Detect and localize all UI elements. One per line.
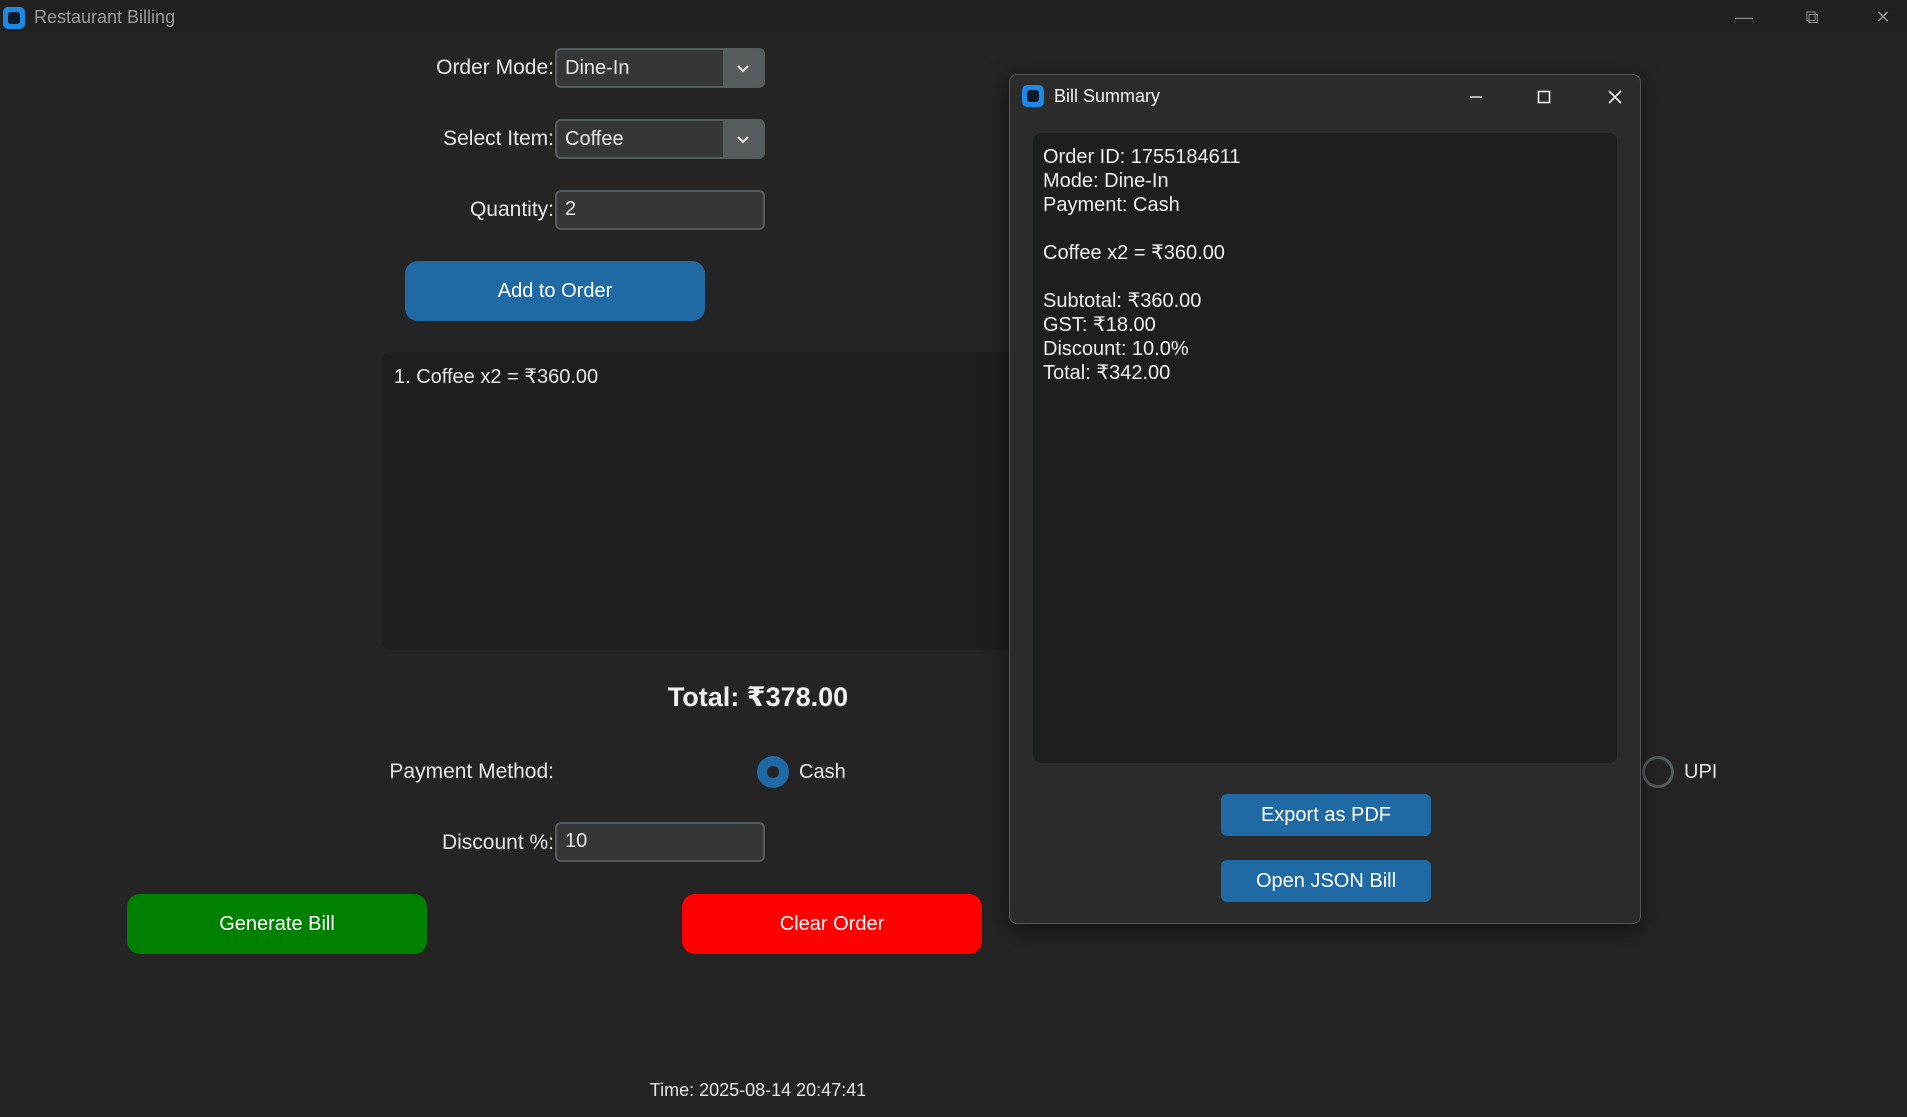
- chevron-down-icon[interactable]: [723, 121, 763, 157]
- order-mode-label: Order Mode:: [436, 56, 554, 79]
- export-pdf-button[interactable]: Export as PDF: [1221, 794, 1431, 836]
- cash-radio[interactable]: [757, 756, 789, 788]
- window-title: Restaurant Billing: [34, 7, 176, 27]
- clear-order-button[interactable]: Clear Order: [682, 894, 982, 954]
- discount-label: Discount %:: [441, 831, 554, 854]
- cash-radio-label[interactable]: Cash: [799, 761, 846, 784]
- total-line: Total: ₹342.00: [1043, 362, 1171, 384]
- discount-input[interactable]: 10: [555, 822, 765, 862]
- discount-line: Discount: 10.0%: [1043, 338, 1189, 360]
- upi-radio[interactable]: [1642, 756, 1674, 788]
- order-id-line: Order ID: 1755184611: [1043, 146, 1241, 168]
- quantity-input[interactable]: 2: [555, 190, 765, 230]
- add-to-order-button[interactable]: Add to Order: [405, 261, 705, 321]
- chevron-down-icon[interactable]: [723, 50, 763, 86]
- quantity-label: Quantity:: [469, 198, 554, 221]
- close-button[interactable]: ✕: [1860, 0, 1906, 34]
- generate-bill-button[interactable]: Generate Bill: [127, 894, 427, 954]
- select-item-label: Select Item:: [443, 127, 554, 150]
- total-label: Total: ₹378.00: [667, 682, 849, 712]
- app-icon: [3, 7, 25, 29]
- select-item-value: Coffee: [565, 128, 624, 150]
- title-bar: Restaurant Billing — ⧉ ✕: [0, 0, 1907, 34]
- order-mode-combobox[interactable]: Dine-In: [555, 48, 765, 88]
- select-item-combobox[interactable]: Coffee: [555, 119, 765, 159]
- minimize-button[interactable]: —: [1721, 0, 1767, 34]
- upi-radio-label[interactable]: UPI: [1684, 761, 1717, 784]
- bill-summary-text[interactable]: Order ID: 1755184611 Mode: Dine-In Payme…: [1033, 133, 1617, 763]
- payment-line: Payment: Cash: [1043, 194, 1180, 216]
- dialog-close-button[interactable]: [1592, 81, 1638, 113]
- dialog-maximize-button[interactable]: [1521, 81, 1567, 113]
- dialog-title-bar: Bill Summary: [1010, 75, 1640, 119]
- time-label: Time: 2025-08-14 20:47:41: [649, 1080, 867, 1100]
- dialog-title: Bill Summary: [1054, 86, 1161, 106]
- order-list[interactable]: 1. Coffee x2 = ₹360.00: [382, 352, 1022, 650]
- dialog-minimize-button[interactable]: [1453, 81, 1499, 113]
- subtotal-line: Subtotal: ₹360.00: [1043, 290, 1202, 312]
- gst-line: GST: ₹18.00: [1043, 314, 1156, 336]
- payment-method-label: Payment Method:: [389, 760, 554, 783]
- open-json-bill-button[interactable]: Open JSON Bill: [1221, 860, 1431, 902]
- bill-summary-dialog: Bill Summary Order ID: 1755184611 Mode: …: [1009, 74, 1641, 924]
- order-list-item: 1. Coffee x2 = ₹360.00: [394, 366, 599, 388]
- order-mode-value: Dine-In: [565, 57, 630, 79]
- restore-button[interactable]: ⧉: [1789, 0, 1835, 34]
- app-icon: [1022, 85, 1044, 107]
- mode-line: Mode: Dine-In: [1043, 170, 1169, 192]
- item-line: Coffee x2 = ₹360.00: [1043, 242, 1225, 264]
